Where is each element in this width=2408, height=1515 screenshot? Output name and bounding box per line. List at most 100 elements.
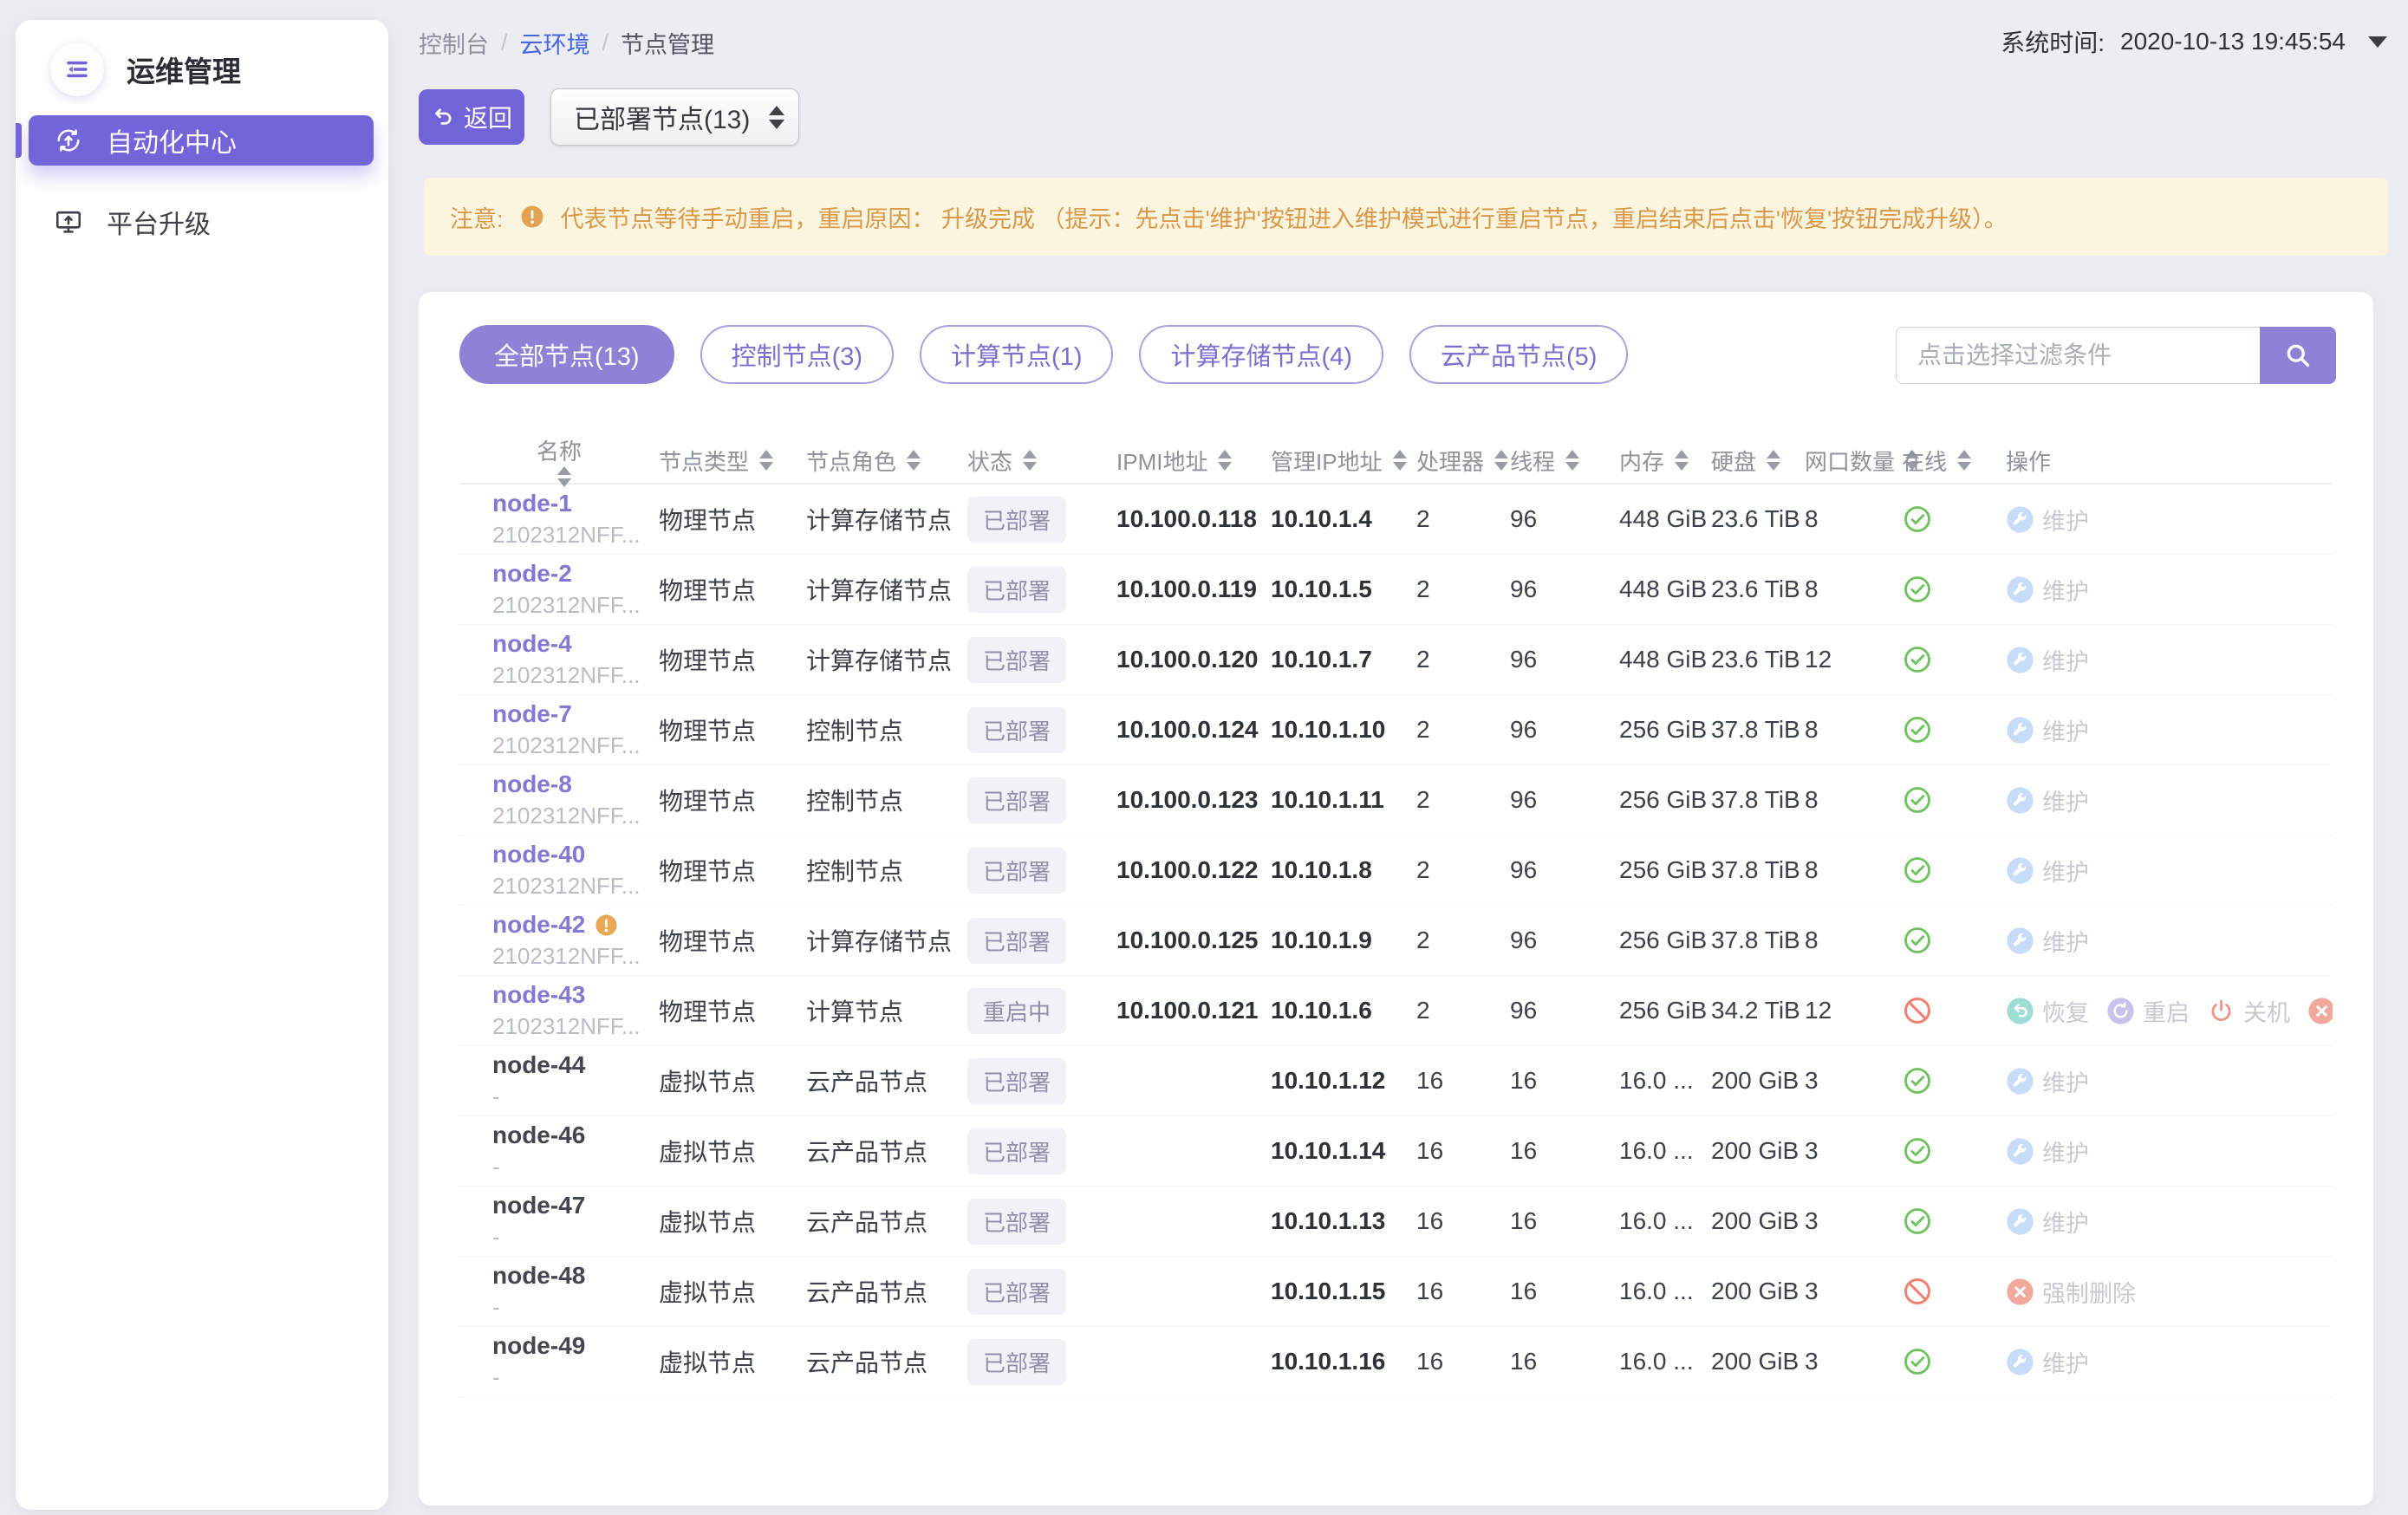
column-header-type[interactable]: 节点类型 [626, 445, 773, 477]
node-name-link[interactable]: node-4 [492, 630, 572, 658]
filter-pill-compute-storage-nodes[interactable]: 计算存储节点(4) [1139, 325, 1383, 384]
action-maintain[interactable]: 维护 [2006, 643, 2089, 677]
action-maintain[interactable]: 维护 [2006, 1135, 2089, 1168]
action-maintain[interactable]: 维护 [2006, 924, 2089, 958]
filter-pills: 全部节点(13) 控制节点(3) 计算节点(1) 计算存储节点(4) 云产品节点… [459, 325, 1628, 384]
memory-size: 256 GiB [1586, 716, 1678, 744]
action-shutdown[interactable]: 关机 [2207, 994, 2290, 1028]
row-actions: 维护 [1973, 854, 2333, 888]
management-ip: 10.10.1.12 [1238, 1067, 1383, 1095]
action-label: 强制删除 [2042, 1275, 2136, 1309]
platform-upgrade-icon [53, 206, 84, 237]
node-name-link[interactable]: node-43 [492, 981, 585, 1009]
node-name-link[interactable]: node-2 [492, 560, 572, 588]
node-name-link[interactable]: node-8 [492, 771, 572, 798]
sidebar-item-platform-upgrade[interactable]: 平台升级 [29, 197, 374, 247]
table-row: node-46 - 虚拟节点 云产品节点 已部署 10.10.1.14 16 1… [459, 1116, 2333, 1187]
node-name-link[interactable]: node-40 [492, 841, 585, 868]
ipmi-address: 10.100.0.123 [1084, 786, 1238, 814]
cpu-count: 2 [1383, 505, 1477, 533]
online-status [1869, 784, 1973, 816]
action-maintain[interactable]: 维护 [2006, 503, 2089, 536]
search-input[interactable] [1896, 327, 2260, 384]
column-header-memory[interactable]: 内存 [1586, 445, 1678, 477]
filter-pill-all-nodes[interactable]: 全部节点(13) [459, 325, 674, 384]
column-header-ipmi[interactable]: IPMI地址 [1084, 445, 1238, 477]
action-maintain[interactable]: 维护 [2006, 854, 2089, 888]
management-ip: 10.10.1.6 [1238, 997, 1383, 1024]
status-cell: 已部署 [934, 1058, 1084, 1104]
column-header-nic_count[interactable]: 网口数量 [1772, 445, 1869, 477]
row-actions: 维护 [1973, 573, 2333, 607]
status-cell: 已部署 [934, 848, 1084, 894]
management-ip: 10.10.1.10 [1238, 716, 1383, 744]
action-maintain[interactable]: 维护 [2006, 1345, 2089, 1379]
automation-icon [53, 125, 84, 156]
row-actions: 维护 [1973, 924, 2333, 958]
node-name-link[interactable]: node-7 [492, 700, 572, 728]
search-button[interactable] [2260, 327, 2336, 384]
node-serial: 2102312NFF... [492, 732, 626, 759]
disk-size: 23.6 TiB [1678, 646, 1772, 673]
column-header-role[interactable]: 节点角色 [773, 445, 934, 477]
force-delete-icon [2006, 1278, 2034, 1306]
column-label: 节点类型 [659, 445, 749, 477]
sort-icon[interactable] [1565, 450, 1579, 471]
chevron-down-icon[interactable] [2368, 36, 2387, 48]
action-maintain[interactable]: 维护 [2006, 1064, 2089, 1098]
thread-count: 96 [1477, 575, 1586, 603]
column-header-cpu[interactable]: 处理器 [1383, 445, 1477, 477]
breadcrumb-console[interactable]: 控制台 [419, 26, 489, 60]
action-restart[interactable]: 重启 [2106, 994, 2190, 1028]
node-name-link[interactable]: node-1 [492, 490, 572, 517]
sort-icon[interactable] [759, 450, 773, 471]
action-delete[interactable]: 删除 [2307, 994, 2333, 1028]
name-cell: node-42 2102312NFF... [459, 911, 626, 970]
sort-icon[interactable] [1218, 450, 1232, 471]
sort-icon[interactable] [907, 450, 921, 471]
column-label: 节点角色 [806, 445, 896, 477]
column-header-mgmt_ip[interactable]: 管理IP地址 [1238, 445, 1383, 477]
sidebar-item-automation-center[interactable]: 自动化中心 [29, 115, 374, 166]
action-maintain[interactable]: 维护 [2006, 1205, 2089, 1239]
action-force-delete[interactable]: 强制删除 [2006, 1275, 2136, 1309]
back-button[interactable]: 返回 [419, 89, 524, 145]
collapse-menu-icon[interactable] [50, 42, 104, 96]
action-restore[interactable]: 恢复 [2006, 994, 2089, 1028]
sidebar-item-label: 平台升级 [107, 203, 211, 241]
maintain-icon [2006, 505, 2034, 534]
action-label: 维护 [2042, 713, 2089, 747]
node-role: 云产品节点 [773, 1344, 934, 1379]
node-serial: - [492, 1154, 626, 1180]
cpu-count: 16 [1383, 1067, 1477, 1095]
filter-pill-compute-nodes[interactable]: 计算节点(1) [920, 325, 1113, 384]
column-header-status[interactable]: 状态 [934, 445, 1084, 477]
row-actions: 维护 [1973, 1205, 2333, 1239]
filter-pill-control-nodes[interactable]: 控制节点(3) [700, 325, 894, 384]
table-row: node-1 2102312NFF... 物理节点 计算存储节点 已部署 10.… [459, 484, 2333, 555]
node-serial: - [492, 1083, 626, 1110]
row-actions: 维护 [1973, 503, 2333, 536]
breadcrumb-separator: / [602, 29, 609, 56]
column-header-disk[interactable]: 硬盘 [1678, 445, 1772, 477]
filter-pill-cloud-product-nodes[interactable]: 云产品节点(5) [1409, 325, 1628, 384]
action-maintain[interactable]: 维护 [2006, 573, 2089, 607]
online-icon [1902, 574, 1933, 605]
deployed-nodes-select[interactable]: 已部署节点(13) [550, 88, 799, 146]
breadcrumb-cloud-env[interactable]: 云环境 [520, 26, 590, 60]
column-header-online[interactable]: 在线 [1869, 445, 1973, 477]
column-header-threads[interactable]: 线程 [1477, 445, 1586, 477]
sort-icon[interactable] [1957, 450, 1971, 471]
back-button-label: 返回 [464, 100, 512, 134]
disk-size: 23.6 TiB [1678, 575, 1772, 603]
thread-count: 96 [1477, 786, 1586, 814]
memory-size: 16.0 ... [1586, 1137, 1678, 1165]
action-maintain[interactable]: 维护 [2006, 713, 2089, 747]
offline-icon [1902, 995, 1933, 1026]
column-header-name[interactable]: 名称 [459, 434, 626, 487]
action-maintain[interactable]: 维护 [2006, 784, 2089, 817]
sort-icon[interactable] [557, 466, 571, 487]
online-status [1869, 995, 1973, 1026]
node-name-link[interactable]: node-42 [492, 911, 585, 939]
sort-icon[interactable] [1023, 450, 1037, 471]
